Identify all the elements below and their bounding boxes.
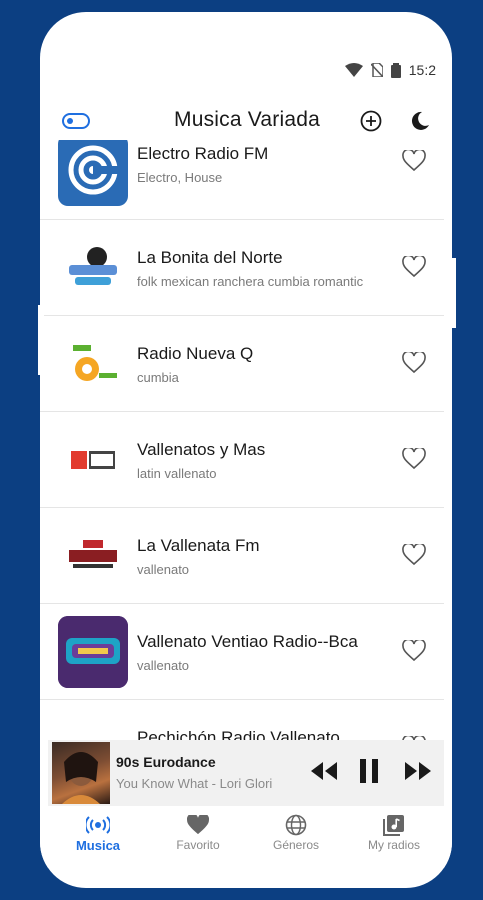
wifi-icon [344, 63, 363, 77]
station-tags: Electro, House [137, 170, 223, 185]
station-name: Vallenatos y Mas [137, 440, 266, 459]
now-playing-subtitle: You Know What - Lori Glori [116, 776, 273, 791]
list-item[interactable]: Radio Nueva Q cumbia [40, 316, 444, 412]
station-name: Electro Radio FM [137, 144, 269, 163]
battery-icon [390, 62, 401, 78]
dark-mode-moon-icon[interactable] [410, 110, 430, 132]
nav-tab-favorito[interactable]: Favorito [148, 812, 248, 852]
station-name: La Bonita del Norte [137, 248, 283, 267]
app-title: Musica Variada [174, 108, 320, 131]
no-sim-icon [370, 63, 383, 77]
heart-outline-icon[interactable] [402, 448, 426, 470]
list-item[interactable]: Vallenatos y Mas latin vallenato [40, 412, 444, 508]
nav-label: My radios [367, 838, 420, 852]
heart-outline-icon[interactable] [402, 640, 426, 662]
list-item[interactable]: La Vallenata Fm vallenato [40, 508, 444, 604]
heart-outline-icon[interactable] [402, 150, 426, 172]
vym-logo [58, 424, 128, 496]
nav-label: Géneros [272, 838, 320, 852]
mini-player[interactable]: 90s Eurodance You Know What - Lori Glori [48, 740, 444, 806]
heart-outline-icon[interactable] [402, 352, 426, 374]
nav-tab-my-radios[interactable]: My radios [344, 812, 444, 852]
nueva-q-logo [58, 328, 128, 400]
la-bonita-logo [58, 232, 128, 304]
nav-label: Musica [75, 838, 121, 853]
album-cover [52, 742, 110, 804]
station-tags: cumbia [137, 370, 179, 385]
la-vallenata-logo [58, 520, 128, 592]
heart-icon [187, 815, 209, 835]
nav-label: Favorito [176, 838, 220, 852]
status-bar: 15:2 [344, 60, 436, 80]
nav-tab-musica[interactable]: Musica [48, 812, 148, 853]
pause-icon[interactable] [358, 758, 380, 784]
list-item[interactable]: Vallenato Ventiao Radio--Bca vallenato [40, 604, 444, 700]
station-tags: latin vallenato [137, 466, 217, 481]
nav-tab-generos[interactable]: Géneros [246, 812, 346, 852]
station-tags: vallenato [137, 562, 190, 577]
heart-outline-icon[interactable] [402, 256, 426, 278]
station-list[interactable]: Electro Radio FM Electro, House La Bonit… [40, 140, 444, 752]
station-name: Radio Nueva Q [137, 344, 254, 363]
list-item[interactable]: La Bonita del Norte folk mexican rancher… [40, 220, 444, 316]
station-tags: folk mexican ranchera cumbia romantic [137, 274, 364, 289]
globe-icon [285, 814, 307, 836]
station-name: Vallenato Ventiao Radio--Bca [137, 632, 358, 651]
ventiao-logo [58, 616, 128, 688]
rewind-icon[interactable] [310, 760, 338, 782]
bottom-navigation: Musica Favorito Géneros My radios [40, 808, 452, 868]
phone-screen: 15:2 Musica Variada Electro Radio FM Ele… [40, 12, 452, 888]
radio-broadcast-icon [86, 816, 110, 834]
add-circle-icon[interactable] [360, 110, 382, 132]
status-time: 15:2 [408, 62, 436, 78]
electro-radio-logo [58, 140, 128, 206]
device-side-button [38, 305, 44, 375]
music-library-icon [383, 815, 404, 836]
station-name: La Vallenata Fm [137, 536, 260, 555]
now-playing-title: 90s Eurodance [116, 754, 216, 770]
fast-forward-icon[interactable] [404, 760, 432, 782]
list-item[interactable]: Electro Radio FM Electro, House [40, 140, 444, 220]
device-side-button [446, 258, 456, 328]
station-tags: vallenato [137, 658, 190, 673]
heart-outline-icon[interactable] [402, 544, 426, 566]
menu-toggle-icon[interactable] [62, 113, 90, 129]
